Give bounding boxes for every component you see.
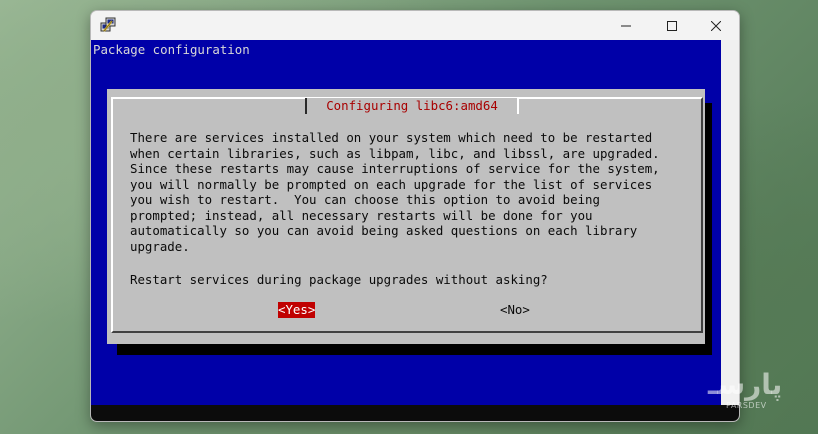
- minimize-button[interactable]: [603, 11, 649, 40]
- yes-button[interactable]: <Yes>: [278, 302, 316, 318]
- maximize-icon: [667, 20, 677, 31]
- maximize-button[interactable]: [649, 11, 695, 40]
- watermark-logo: پارسـ: [708, 368, 783, 401]
- dialog-question: Restart services during package upgrades…: [130, 272, 548, 287]
- dialog-frame: Configuring libc6:amd64 There are servic…: [111, 97, 703, 333]
- no-button[interactable]: <No>: [500, 302, 530, 318]
- terminal-header: Package configuration: [93, 42, 250, 57]
- putty-window: Package configuration Configuring libc6:…: [90, 10, 740, 422]
- vertical-scrollbar[interactable]: [721, 40, 739, 405]
- title-bar[interactable]: [91, 11, 739, 40]
- putty-icon: [100, 17, 116, 32]
- close-icon: [711, 20, 721, 31]
- dialog-message: There are services installed on your sys…: [130, 130, 660, 254]
- minimize-icon: [621, 25, 631, 26]
- dialog-title: Configuring libc6:amd64: [305, 98, 519, 114]
- parsdev-watermark: پارسـ PARSDEV: [708, 368, 808, 416]
- terminal-area[interactable]: Package configuration Configuring libc6:…: [91, 40, 721, 405]
- close-button[interactable]: [693, 11, 739, 40]
- watermark-text: PARSDEV: [726, 401, 767, 410]
- terminal-bottom-strip: [91, 405, 739, 421]
- configuration-dialog: Configuring libc6:amd64 There are servic…: [107, 89, 705, 344]
